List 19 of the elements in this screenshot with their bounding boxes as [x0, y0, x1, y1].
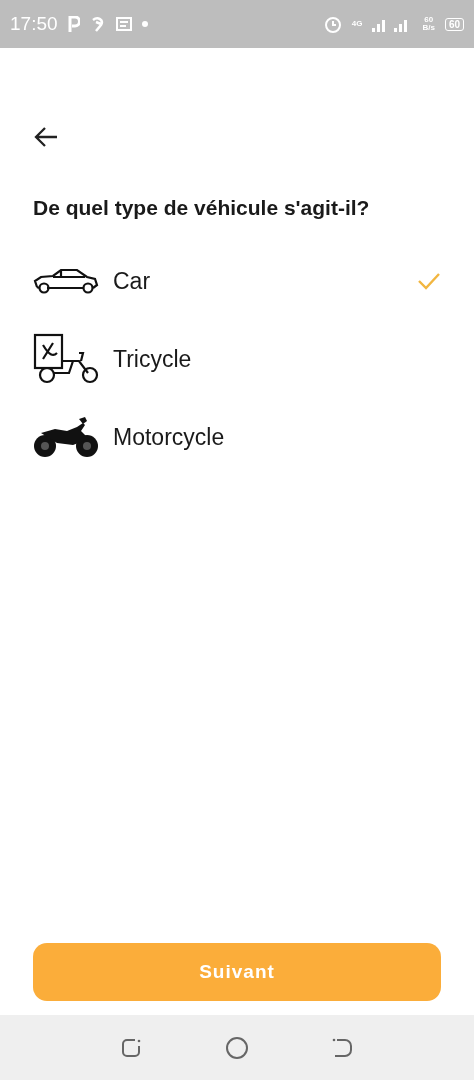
motorcycle-icon	[33, 415, 99, 459]
parking-icon	[67, 16, 80, 32]
network-type: 4G	[351, 20, 363, 28]
status-time: 17:50	[10, 13, 58, 35]
question-title: De quel type de véhicule s'agit-il?	[33, 196, 371, 220]
vehicle-option[interactable]: Car	[113, 267, 403, 295]
message-icon	[115, 17, 132, 31]
dot-icon	[141, 21, 148, 27]
alarm-icon	[323, 15, 342, 33]
vehicle-option[interactable]: Motorcycle	[113, 423, 441, 451]
home-icon[interactable]	[225, 1035, 249, 1060]
car-icon	[33, 267, 99, 295]
battery-indicator: 60	[444, 17, 464, 31]
back-icon[interactable]	[331, 1036, 353, 1059]
speed-unit: B/s	[422, 24, 435, 32]
recents-icon[interactable]	[121, 1036, 143, 1059]
speed-value: 60	[424, 16, 434, 24]
vehicle-option[interactable]: Tricycle	[113, 345, 441, 373]
tricycle-icon	[33, 333, 99, 385]
